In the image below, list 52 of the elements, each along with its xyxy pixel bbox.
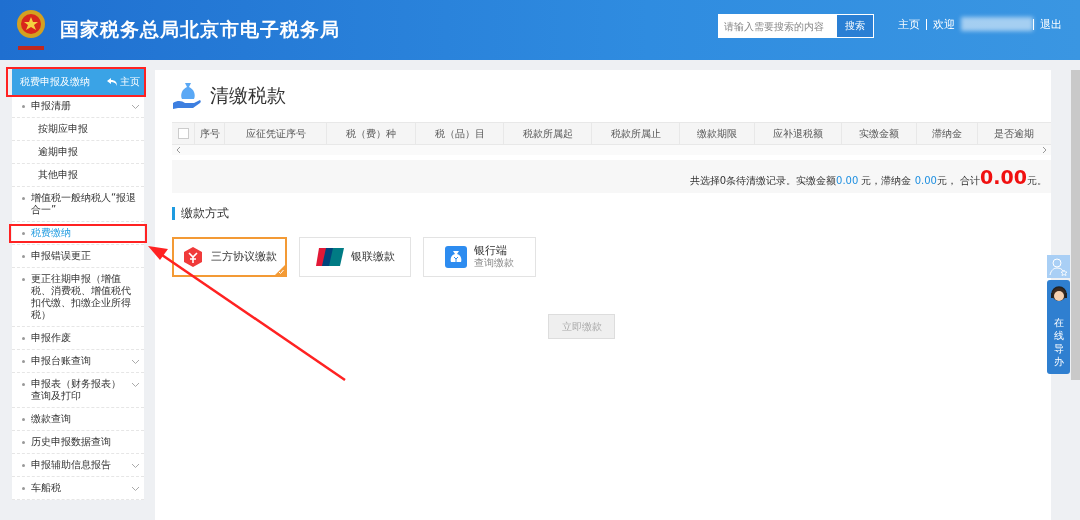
sidebar-subitem[interactable]: 逾期申报 <box>12 141 144 164</box>
column-header: 缴款期限 <box>696 126 737 141</box>
column-header: 滞纳金 <box>931 126 962 141</box>
sidebar-item[interactable]: 申报表（财务报表）查询及打印 <box>12 373 144 408</box>
section-title: 缴款方式 <box>181 205 229 222</box>
sidebar-subitem[interactable]: 其他申报 <box>12 164 144 187</box>
check-corner-icon <box>275 265 285 275</box>
money-bag-icon <box>445 246 467 268</box>
column-header: 税款所属止 <box>610 126 661 141</box>
sidebar-item[interactable]: 申报台账查询 <box>12 350 144 373</box>
sidebar-item[interactable]: 历史申报数据查询 <box>12 431 144 454</box>
sidebar-item[interactable]: 申报清册 <box>12 95 144 118</box>
column-header: 是否逾期 <box>994 126 1035 141</box>
chevron-down-icon[interactable] <box>131 382 140 388</box>
scroll-right-icon[interactable] <box>1042 146 1047 154</box>
summary-text: 共选择0条待清缴记录。实缴金额0.00 元，滞纳金 0.00元， 合计0.00元。 <box>689 165 1047 188</box>
column-header: 实缴金额 <box>858 126 899 141</box>
column-header: 税（费）种 <box>346 126 397 141</box>
payment-method-card[interactable]: 银行端 查询缴款 <box>423 237 536 277</box>
back-arrow-icon <box>107 78 117 86</box>
scrollbar[interactable] <box>1071 70 1080 380</box>
page-title: 清缴税款 <box>210 83 286 108</box>
sidebar-item[interactable]: 申报错误更正 <box>12 245 144 268</box>
redacted-block <box>961 17 1033 31</box>
sidebar-item[interactable]: 更正往期申报（增值税、消费税、增值税代扣代缴、扣缴企业所得税） <box>12 268 144 327</box>
sidebar-subitem[interactable]: 按期应申报 <box>12 118 144 141</box>
online-assistant-button[interactable]: 在线导办 <box>1047 280 1070 374</box>
sidebar-item[interactable]: 车船税 <box>12 477 144 500</box>
column-header: 应征凭证序号 <box>245 126 306 141</box>
column-header: 序号 <box>199 126 220 141</box>
sidebar-title: 税费申报及缴纳 <box>20 75 90 89</box>
sidebar-item[interactable]: 申报作废 <box>12 327 144 350</box>
payment-method-card[interactable]: 银联缴款 <box>299 237 411 277</box>
bank-card-icon <box>315 248 344 266</box>
site-title: 国家税务总局北京市电子税务局 <box>60 17 340 42</box>
column-header: 税（品）目 <box>434 126 485 141</box>
chevron-down-icon[interactable] <box>131 463 140 469</box>
sidebar-item[interactable]: 申报辅助信息报告 <box>12 454 144 477</box>
scroll-left-icon[interactable] <box>176 146 181 154</box>
hexagon-icon <box>182 246 204 268</box>
chevron-down-icon[interactable] <box>131 486 140 492</box>
sidebar-item[interactable]: 增值税一般纳税人“报退合一” <box>12 187 144 222</box>
money-bag-hand-icon <box>172 81 202 111</box>
checkbox[interactable] <box>177 128 189 139</box>
payment-method-card[interactable]: 三方协议缴款 <box>172 237 287 277</box>
search-field[interactable]: 请输入需要搜索的内容 搜索 <box>718 14 874 38</box>
sidebar-item[interactable]: 缴款查询 <box>12 408 144 431</box>
chevron-down-icon[interactable] <box>131 104 140 110</box>
search-button[interactable]: 搜索 <box>837 15 873 37</box>
column-header: 税款所属起 <box>522 126 573 141</box>
chevron-down-icon[interactable] <box>131 359 140 365</box>
column-header: 应补退税额 <box>772 126 823 141</box>
